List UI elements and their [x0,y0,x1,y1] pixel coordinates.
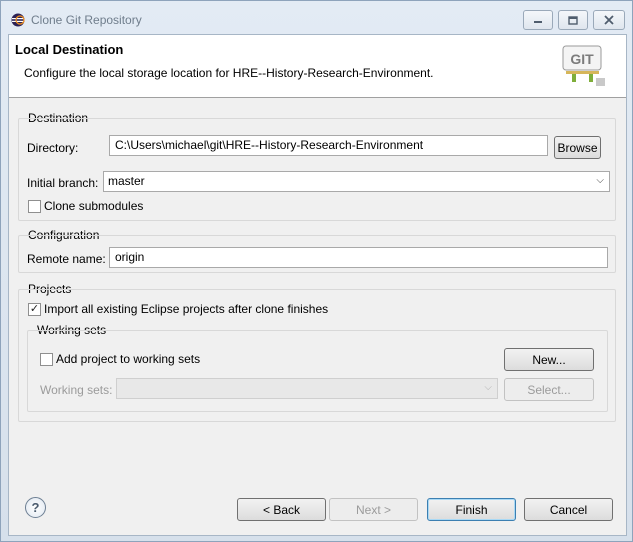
window-title: Clone Git Repository [31,13,142,27]
import-projects-checkbox[interactable]: ✓ [28,303,41,316]
working-sets-select[interactable]: ⌵ [116,378,498,399]
remote-name-label: Remote name: [27,252,106,266]
initial-branch-value: master [108,174,145,188]
page-description: Configure the local storage location for… [24,66,434,80]
initial-branch-label: Initial branch: [27,176,99,190]
browse-button[interactable]: Browse [554,136,601,159]
back-button[interactable]: < Back [237,498,326,521]
minimize-icon [534,21,542,23]
git-logo-icon: GIT [562,45,605,86]
initial-branch-select[interactable]: master ⌵ [103,171,610,192]
minimize-button[interactable] [523,10,553,30]
remote-name-input[interactable]: origin [109,247,608,268]
chevron-down-icon: ⌵ [484,382,492,393]
clone-submodules-label[interactable]: Clone submodules [44,199,143,213]
directory-label: Directory: [27,141,79,155]
title-bar[interactable]: Clone Git Repository [1,1,632,37]
maximize-button[interactable] [558,10,588,30]
maximize-icon [568,15,578,25]
close-icon [604,15,614,25]
add-to-working-sets-label[interactable]: Add project to working sets [56,352,200,366]
select-working-sets-button[interactable]: Select... [504,378,594,401]
finish-button[interactable]: Finish [427,498,516,521]
new-working-set-button[interactable]: New... [504,348,594,371]
eclipse-icon [11,13,25,27]
dialog-window: Clone Git Repository Local Destination C… [0,0,633,542]
add-to-working-sets-checkbox[interactable] [40,353,53,366]
close-button[interactable] [593,10,625,30]
clone-submodules-checkbox[interactable] [28,200,41,213]
import-projects-label[interactable]: Import all existing Eclipse projects aft… [44,302,328,316]
next-button[interactable]: Next > [329,498,418,521]
dialog-client: Local Destination Configure the local st… [8,34,627,536]
directory-input[interactable]: C:\Users\michael\git\HRE--History-Resear… [109,135,548,156]
page-title: Local Destination [15,42,124,57]
wizard-header: Local Destination Configure the local st… [9,35,626,98]
working-sets-label: Working sets: [40,383,113,397]
checkmark-icon: ✓ [29,303,40,315]
logo-text: GIT [570,51,594,67]
chevron-down-icon: ⌵ [596,175,604,186]
help-icon[interactable]: ? [25,497,46,518]
cancel-button[interactable]: Cancel [524,498,613,521]
